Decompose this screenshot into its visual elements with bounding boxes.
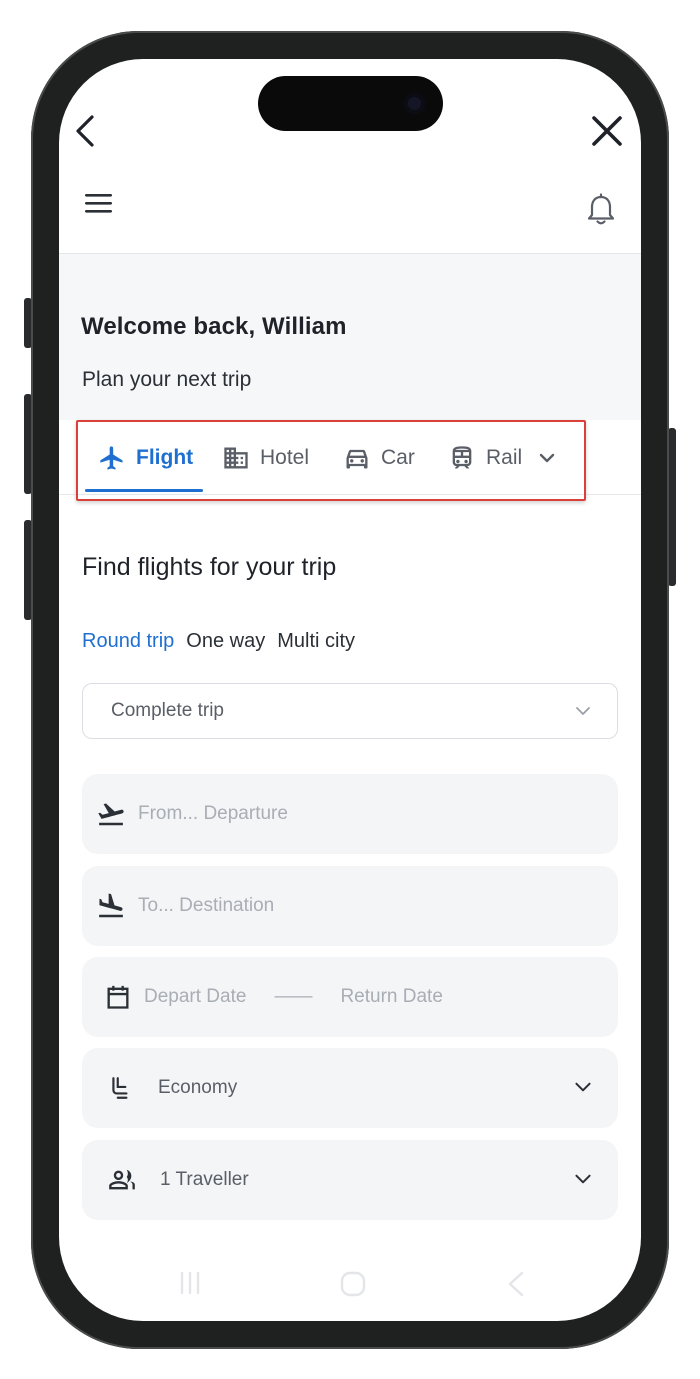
notifications-button[interactable] bbox=[586, 193, 616, 227]
to-placeholder: To... Destination bbox=[138, 895, 275, 916]
flight-land-icon bbox=[96, 891, 126, 921]
from-placeholder: From... Departure bbox=[138, 803, 288, 824]
trip-type-multi-city[interactable]: Multi city bbox=[277, 630, 355, 653]
system-back-button[interactable] bbox=[505, 1270, 527, 1303]
home-button[interactable] bbox=[339, 1270, 367, 1303]
dates-field[interactable]: Depart Date —— Return Date bbox=[82, 957, 618, 1037]
welcome-subtitle: Plan your next trip bbox=[82, 368, 252, 391]
close-x-icon bbox=[592, 116, 622, 146]
people-icon bbox=[106, 1165, 138, 1195]
flight-takeoff-icon bbox=[96, 799, 126, 829]
bell-icon bbox=[587, 193, 615, 225]
cabin-class-value: Economy bbox=[158, 1077, 238, 1098]
recents-button[interactable] bbox=[177, 1270, 203, 1301]
chevron-down-icon bbox=[575, 1082, 591, 1092]
trip-type-one-way[interactable]: One way bbox=[186, 630, 265, 653]
hamburger-menu-icon bbox=[85, 194, 112, 213]
to-field[interactable]: To... Destination bbox=[82, 866, 618, 946]
home-icon bbox=[340, 1271, 366, 1297]
travellers-value: 1 Traveller bbox=[160, 1169, 249, 1190]
calendar-icon bbox=[104, 982, 132, 1012]
return-date-placeholder[interactable]: Return Date bbox=[340, 986, 442, 1008]
power-button bbox=[668, 428, 676, 586]
back-triangle-icon bbox=[508, 1271, 524, 1297]
trip-type-round-trip[interactable]: Round trip bbox=[82, 630, 174, 653]
trip-purpose-select[interactable]: Complete trip bbox=[82, 683, 618, 739]
tabs-highlight-box bbox=[76, 420, 586, 501]
trip-purpose-value: Complete trip bbox=[111, 700, 224, 721]
back-button[interactable] bbox=[72, 114, 100, 148]
seat-icon bbox=[108, 1073, 134, 1103]
from-field[interactable]: From... Departure bbox=[82, 774, 618, 854]
chevron-left-icon bbox=[76, 115, 94, 147]
depart-date-placeholder[interactable]: Depart Date bbox=[144, 986, 246, 1008]
search-title: Find flights for your trip bbox=[82, 553, 337, 581]
close-button[interactable] bbox=[590, 114, 624, 148]
chevron-down-icon bbox=[576, 707, 590, 715]
menu-button[interactable] bbox=[84, 192, 114, 216]
date-separator: —— bbox=[274, 986, 313, 1007]
welcome-title: Welcome back, William bbox=[81, 313, 347, 340]
chevron-down-icon bbox=[575, 1174, 591, 1184]
recents-icon bbox=[180, 1271, 200, 1295]
front-camera bbox=[404, 93, 425, 114]
cabin-class-select[interactable]: Economy bbox=[82, 1048, 618, 1128]
trip-type-selector: Round trip One way Multi city bbox=[82, 630, 355, 653]
travellers-select[interactable]: 1 Traveller bbox=[82, 1140, 618, 1220]
